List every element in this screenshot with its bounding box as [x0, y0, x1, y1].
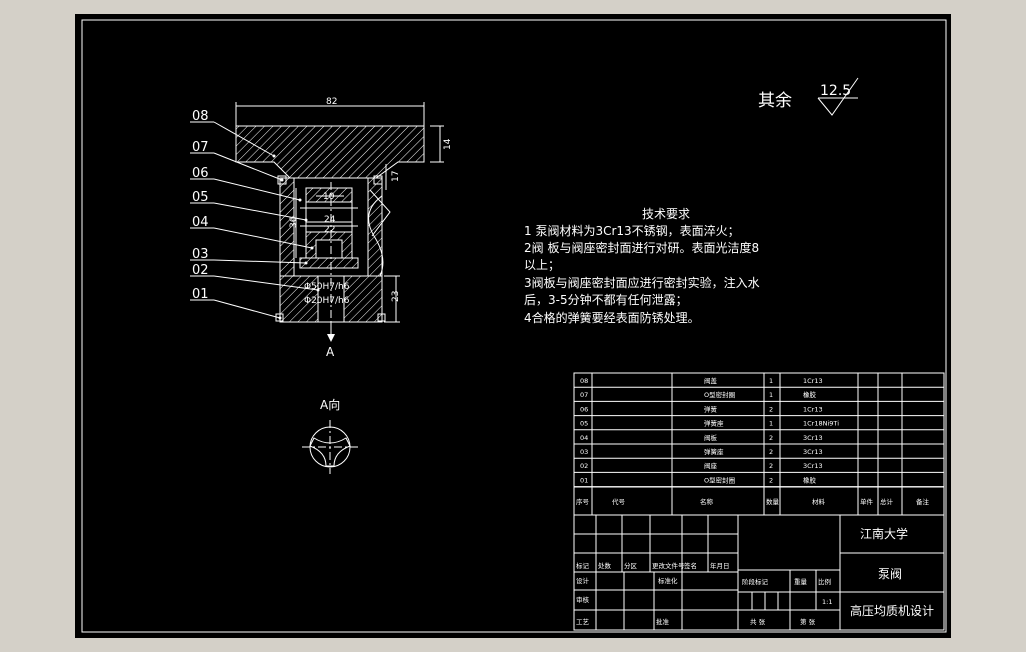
dim-fit-50: Φ50H7/h6: [304, 282, 350, 292]
tech-req-line-2: 2阀 板与阀座密封面进行对研。表面光洁度8: [524, 240, 759, 255]
tb-label-designer: 设计: [576, 576, 590, 585]
bom-row-material: 1Cr18Ni9Ti: [803, 420, 839, 428]
tb-label-change_no: 更改文件号: [652, 561, 685, 570]
cad-drawing-canvas: 其余 12.5 82 14 17 36 10 24 22 23 Φ50H7/h6…: [75, 14, 951, 638]
bom-header-code: 代号: [612, 497, 626, 506]
dim-23: 23: [391, 291, 401, 302]
bom-row-material: 橡胶: [803, 475, 817, 484]
part-label-06: 06: [192, 166, 209, 181]
bom-row-material: 1Cr13: [803, 377, 823, 385]
bom-row-no: 05: [580, 420, 588, 428]
part-label-05: 05: [192, 190, 209, 205]
bom-row-no: 01: [580, 476, 588, 484]
section-mark-a: A: [326, 345, 335, 359]
bom-header-unit: 单件: [860, 497, 874, 506]
project-name: 高压均质机设计: [850, 603, 934, 618]
dim-10: 10: [323, 192, 335, 202]
dim-22: 22: [324, 225, 335, 235]
bom-row-qty: 1: [769, 377, 773, 385]
bom-row-material: 1Cr13: [803, 405, 823, 413]
tb-scale-value: 1:1: [822, 598, 832, 606]
tb-label-zone: 分区: [624, 561, 638, 570]
drawing-sheet: [75, 14, 951, 638]
bom-header-total: 总计: [880, 497, 894, 506]
bom-header-material: 材料: [812, 497, 826, 506]
tech-req-line-3: 以上；: [524, 258, 560, 272]
part-label-07: 07: [192, 140, 209, 155]
bom-row-no: 07: [580, 391, 588, 399]
part-label-03: 03: [192, 247, 209, 262]
tb-label-approve: 批准: [656, 617, 670, 626]
bom-row-name: 阀板: [704, 433, 718, 442]
tb-weight: 重量: [794, 578, 808, 586]
bom-row-no: 04: [580, 434, 588, 442]
bom-row-name: 弹簧座: [704, 447, 724, 456]
tb-label-standardize: 标准化: [658, 576, 678, 585]
bom-row-qty: 1: [769, 420, 773, 428]
bom-row-qty: 1: [769, 391, 773, 399]
bom-row-no: 08: [580, 377, 588, 385]
school-name: 江南大学: [860, 526, 908, 541]
bom-row-qty: 2: [769, 448, 773, 456]
drawing-name: 泵阀: [878, 567, 902, 581]
tb-label-count: 处数: [598, 561, 612, 570]
bom-header-qty: 数量: [766, 497, 780, 506]
bom-row-name: 阀盖: [704, 376, 718, 385]
tb-sheet-no: 第 张: [800, 617, 816, 626]
bom-row-qty: 2: [769, 462, 773, 470]
bom-row-material: 3Cr13: [803, 434, 823, 442]
tech-req-title: 技术要求: [642, 207, 690, 221]
dim-82: 82: [326, 97, 337, 107]
part-label-01: 01: [192, 287, 209, 302]
bom-row-qty: 2: [769, 405, 773, 413]
part-label-08: 08: [192, 109, 209, 124]
surface-finish-value: 12.5: [820, 83, 851, 99]
bom-header-no: 序号: [576, 497, 590, 506]
bom-row-name: 弹簧座: [704, 419, 724, 428]
part-label-02: 02: [192, 263, 209, 278]
view-a-label: A向: [320, 397, 340, 412]
bom-row-name: 弹簧: [704, 404, 718, 413]
dim-14: 14: [443, 138, 453, 150]
surface-finish-label: 其余: [758, 91, 792, 111]
bom-row-material: 橡胶: [803, 390, 817, 399]
bom-header-remark: 备注: [916, 497, 930, 506]
tb-sheet-total: 共 张: [750, 617, 766, 626]
bom-header-name: 名称: [700, 497, 714, 506]
bom-row-no: 02: [580, 462, 588, 470]
tech-req-line-5: 后，3-5分钟不都有任何泄露；: [524, 292, 688, 307]
tech-req-line-4: 3阀板与阀座密封面应进行密封实验，注入水: [524, 275, 760, 290]
bom-row-name: O型密封圈: [704, 475, 735, 484]
tech-req-line-1: 1 泵阀材料为3Cr13不锈钢，表面淬火；: [524, 223, 740, 238]
bom-row-name: O型密封圈: [704, 390, 735, 399]
tb-label-date: 年月日: [710, 561, 730, 570]
bom-row-qty: 2: [769, 434, 773, 442]
bom-row-material: 3Cr13: [803, 448, 823, 456]
bom-row-material: 3Cr13: [803, 462, 823, 470]
tb-label-process: 工艺: [576, 618, 590, 626]
part-03-spring-seat: [299, 257, 359, 269]
dim-fit-20: Φ20H7/h6: [304, 296, 350, 306]
tb-stage-mark: 阶段标记: [742, 577, 769, 586]
tb-label-review: 审核: [576, 595, 590, 604]
tech-req-line-6: 4合格的弹簧要经表面防锈处理。: [524, 310, 700, 325]
part-label-04: 04: [192, 215, 209, 230]
tb-scale: 比例: [818, 577, 831, 586]
tb-label-mark: 标记: [576, 561, 590, 570]
bom-row-name: 阀座: [704, 461, 718, 470]
bom-row-qty: 2: [769, 476, 773, 484]
tb-label-sign: 签名: [684, 561, 697, 570]
bom-row-no: 06: [580, 405, 588, 413]
dim-17: 17: [391, 171, 401, 182]
dim-24: 24: [324, 215, 336, 225]
bom-row-no: 03: [580, 448, 588, 456]
